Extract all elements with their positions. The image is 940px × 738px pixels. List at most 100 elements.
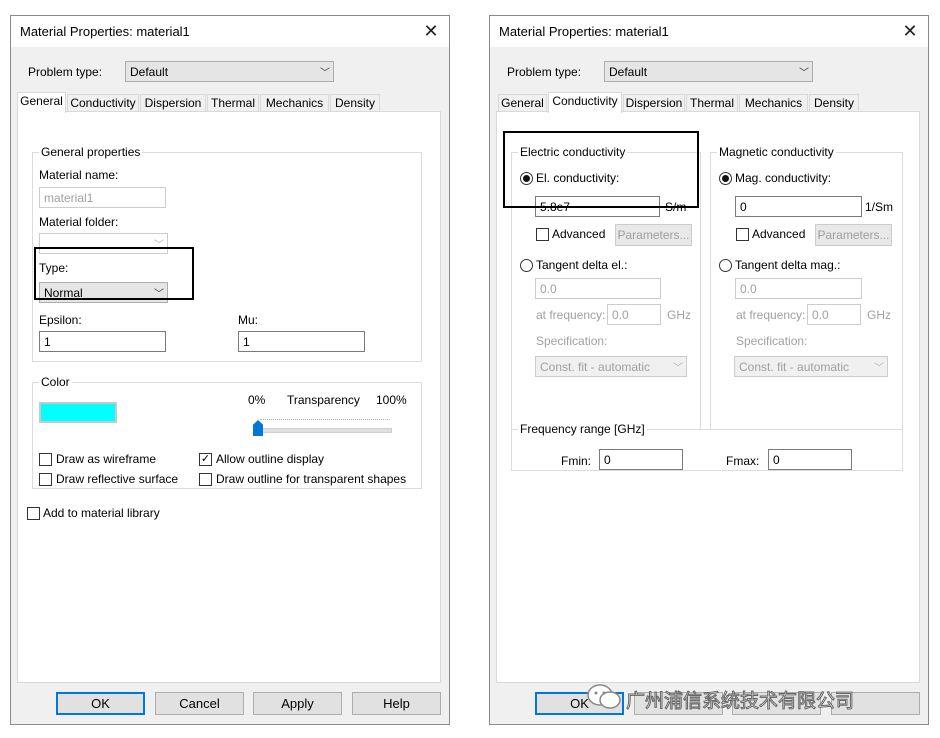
chevron-down-icon: ﹀ bbox=[874, 363, 884, 374]
mag-at-frequency-value: 0.0 bbox=[812, 308, 829, 322]
problem-type-value: Default bbox=[609, 65, 648, 79]
problem-type-select[interactable]: Default ﹀ bbox=[125, 61, 334, 82]
tab-dispersion[interactable]: Dispersion bbox=[140, 94, 206, 112]
epsilon-label: Epsilon: bbox=[39, 313, 82, 327]
el-advanced-checkbox[interactable] bbox=[536, 228, 549, 241]
watermark-text: 广州浦信系统技术有限公司 bbox=[625, 690, 855, 713]
specification-label: Specification: bbox=[536, 334, 608, 348]
color-swatch bbox=[41, 404, 115, 421]
apply-button[interactable]: Apply bbox=[253, 692, 342, 715]
ok-button[interactable]: OK bbox=[56, 692, 145, 715]
tab-thermal[interactable]: Thermal bbox=[686, 94, 738, 112]
material-name-field[interactable]: material1 bbox=[39, 187, 166, 208]
mag-conductivity-radio[interactable] bbox=[719, 172, 732, 185]
mag-at-frequency-label: at frequency: bbox=[736, 308, 806, 322]
fmax-field[interactable]: 0 bbox=[768, 449, 852, 470]
tab-conductivity[interactable]: Conductivity bbox=[67, 94, 139, 112]
material-properties-dialog-general: Material Properties: material1 ✕ Problem… bbox=[10, 15, 450, 725]
tab-density[interactable]: Density bbox=[330, 94, 380, 112]
magnetic-conductivity-label: Magnetic conductivity bbox=[717, 145, 836, 159]
dialog-title: Material Properties: material1 bbox=[499, 24, 669, 39]
color-swatch-button[interactable] bbox=[39, 402, 117, 423]
allow-outline-checkbox[interactable]: ✓ bbox=[199, 453, 212, 466]
cancel-button[interactable]: Cancel bbox=[155, 692, 244, 715]
tab-general[interactable]: General bbox=[17, 92, 66, 113]
material-name-value: material1 bbox=[44, 191, 94, 205]
fmin-value: 0 bbox=[604, 453, 611, 467]
tab-density[interactable]: Density bbox=[809, 94, 859, 112]
mag-frequency-unit: GHz bbox=[867, 308, 891, 322]
tab-thermal[interactable]: Thermal bbox=[207, 94, 259, 112]
material-folder-label: Material folder: bbox=[39, 215, 119, 229]
problem-type-label: Problem type: bbox=[507, 65, 582, 79]
fmin-field[interactable]: 0 bbox=[599, 449, 683, 470]
fmin-label: Fmin: bbox=[561, 454, 591, 468]
chevron-down-icon: ﹀ bbox=[799, 68, 809, 79]
epsilon-value: 1 bbox=[44, 335, 51, 349]
el-advanced-label: Advanced bbox=[552, 227, 606, 241]
material-properties-dialog-conductivity: Material Properties: material1 ✕ Problem… bbox=[489, 15, 929, 725]
dialog-title: Material Properties: material1 bbox=[20, 24, 190, 39]
transparency-slider-track[interactable] bbox=[256, 428, 392, 433]
mag-at-frequency-field[interactable]: 0.0 bbox=[807, 304, 861, 325]
wechat-icon bbox=[587, 684, 621, 709]
tangent-mag-label: Tangent delta mag.: bbox=[735, 258, 841, 272]
draw-outline-transparent-checkbox[interactable] bbox=[199, 473, 212, 486]
fmax-value: 0 bbox=[773, 453, 780, 467]
transparency-label: Transparency bbox=[287, 393, 360, 407]
mag-advanced-checkbox[interactable] bbox=[736, 228, 749, 241]
draw-wireframe-checkbox[interactable] bbox=[39, 453, 52, 466]
allow-outline-label: Allow outline display bbox=[216, 452, 325, 466]
draw-outline-transparent-label: Draw outline for transparent shapes bbox=[216, 472, 407, 486]
tangent-el-field[interactable]: 0.0 bbox=[535, 278, 661, 299]
transparency-min-label: 0% bbox=[248, 393, 266, 407]
add-library-checkbox[interactable] bbox=[27, 507, 40, 520]
mag-conductivity-label: Mag. conductivity: bbox=[735, 171, 832, 185]
highlight-box-el-conductivity bbox=[503, 131, 699, 208]
mag-conductivity-field[interactable]: 0 bbox=[735, 196, 862, 217]
material-name-label: Material name: bbox=[39, 168, 119, 182]
tangent-mag-value: 0.0 bbox=[740, 282, 757, 296]
mag-parameters-button[interactable]: Parameters... bbox=[815, 224, 892, 246]
problem-type-label: Problem type: bbox=[28, 65, 103, 79]
add-library-label: Add to material library bbox=[43, 506, 160, 520]
mag-specification-value: Const. fit - automatic bbox=[739, 360, 850, 374]
specification-select[interactable]: Const. fit - automatic ﹀ bbox=[535, 356, 687, 377]
tab-mechanics[interactable]: Mechanics bbox=[260, 94, 329, 112]
el-parameters-button[interactable]: Parameters... bbox=[615, 224, 692, 246]
title-bar: Material Properties: material1 ✕ bbox=[11, 16, 449, 47]
help-button[interactable]: Help bbox=[352, 692, 441, 715]
checkmark-icon: ✓ bbox=[200, 453, 211, 465]
at-frequency-label: at frequency: bbox=[536, 308, 606, 322]
frequency-range-label: Frequency range [GHz] bbox=[518, 422, 647, 436]
draw-reflective-label: Draw reflective surface bbox=[56, 472, 179, 486]
mag-specification-select[interactable]: Const. fit - automatic ﹀ bbox=[734, 356, 888, 377]
tangent-el-radio[interactable] bbox=[520, 259, 533, 272]
mag-advanced-label: Advanced bbox=[752, 227, 806, 241]
epsilon-field[interactable]: 1 bbox=[39, 331, 166, 352]
tab-general[interactable]: General bbox=[498, 94, 547, 112]
tab-mechanics[interactable]: Mechanics bbox=[739, 94, 808, 112]
close-icon[interactable]: ✕ bbox=[419, 19, 443, 43]
tangent-mag-radio[interactable] bbox=[719, 259, 732, 272]
general-properties-label: General properties bbox=[39, 145, 143, 159]
tab-conductivity[interactable]: Conductivity bbox=[548, 92, 622, 113]
mu-field[interactable]: 1 bbox=[238, 331, 365, 352]
draw-wireframe-label: Draw as wireframe bbox=[56, 452, 157, 466]
specification-value: Const. fit - automatic bbox=[540, 360, 651, 374]
draw-reflective-checkbox[interactable] bbox=[39, 473, 52, 486]
mu-value: 1 bbox=[243, 335, 250, 349]
chevron-down-icon: ﹀ bbox=[320, 68, 330, 79]
chevron-down-icon: ﹀ bbox=[673, 363, 683, 374]
problem-type-value: Default bbox=[130, 65, 169, 79]
close-icon[interactable]: ✕ bbox=[898, 19, 922, 43]
mag-conductivity-value: 0 bbox=[740, 200, 747, 214]
highlight-box-type bbox=[34, 247, 194, 300]
tab-dispersion[interactable]: Dispersion bbox=[623, 94, 685, 112]
general-panel: General properties Material name: materi… bbox=[17, 111, 441, 683]
frequency-unit: GHz bbox=[667, 308, 691, 322]
at-frequency-field[interactable]: 0.0 bbox=[607, 304, 661, 325]
problem-type-select[interactable]: Default ﹀ bbox=[604, 61, 813, 82]
tangent-mag-field[interactable]: 0.0 bbox=[735, 278, 862, 299]
tangent-el-label: Tangent delta el.: bbox=[536, 258, 628, 272]
